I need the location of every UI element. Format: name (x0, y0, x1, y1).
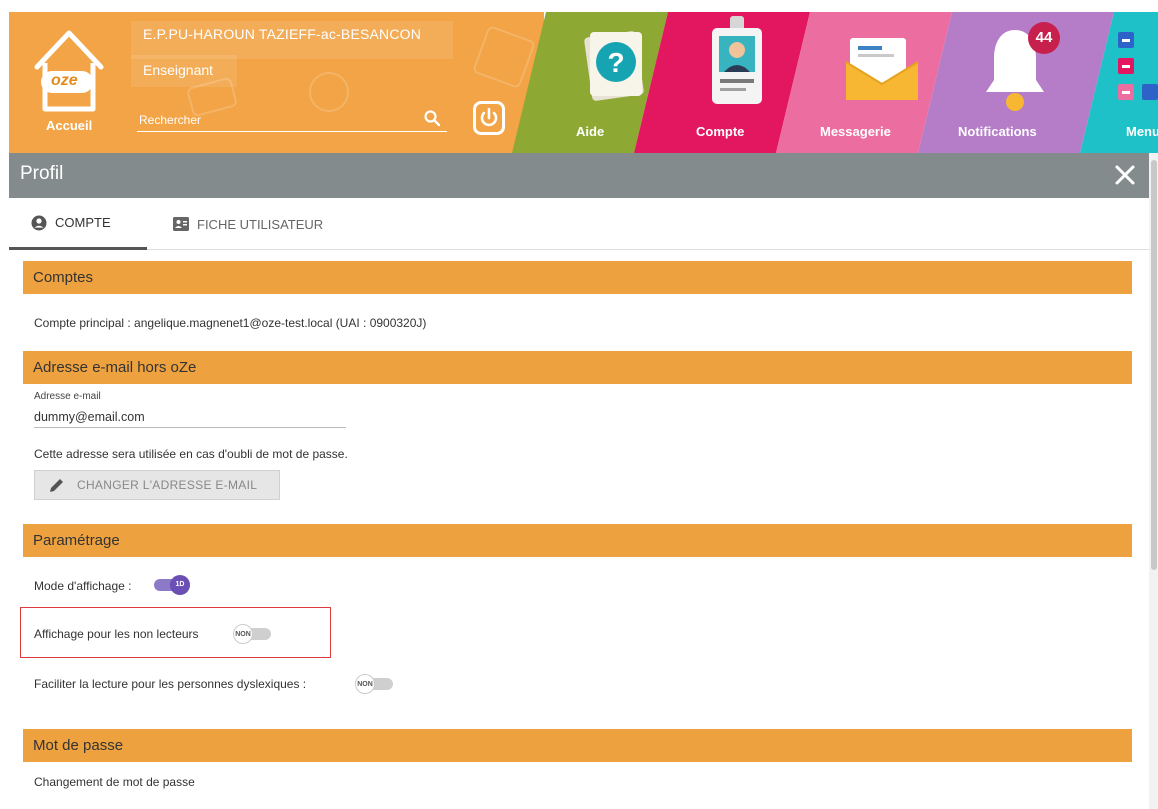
display-mode-label: Mode d'affichage : (34, 579, 132, 593)
scrollbar-thumb[interactable] (1151, 160, 1157, 570)
section-email-header: Adresse e-mail hors oZe (23, 351, 1132, 384)
tab-fiche-label: FICHE UTILISATEUR (197, 216, 324, 232)
email-field-label: Adresse e-mail (34, 391, 101, 402)
email-note: Cette adresse sera utilisée en cas d'oub… (34, 447, 348, 461)
section-parametrage-header: Paramétrage (23, 524, 1132, 557)
id-card-icon (173, 217, 189, 231)
menu-grid-icon (1118, 32, 1158, 100)
email-field[interactable] (34, 407, 346, 428)
tab-compte[interactable]: COMPTE (9, 198, 147, 250)
tile-compte-label: Compte (696, 124, 745, 139)
background-doodle (309, 72, 349, 112)
tile-notifications-label: Notifications (958, 124, 1037, 139)
tab-compte-label: COMPTE (55, 215, 111, 230)
section-comptes-header: Comptes (23, 261, 1132, 294)
power-icon (480, 107, 498, 127)
toggle-knob: NON (233, 624, 253, 644)
user-role: Enseignant (143, 62, 214, 78)
non-lecteurs-toggle[interactable]: NON (233, 624, 273, 644)
change-email-button[interactable]: CHANGER L'ADRESSE E-MAIL (34, 470, 280, 500)
section-password-header: Mot de passe (23, 729, 1132, 762)
profil-title-bar: Profil (9, 153, 1149, 198)
dyslexie-label: Faciliter la lecture pour les personnes … (34, 677, 307, 691)
school-name: E.P.PU-HAROUN TAZIEFF-ac-BESANCON (143, 26, 422, 42)
close-icon[interactable] (1111, 161, 1139, 189)
profil-content: Comptes Compte principal : angelique.mag… (9, 250, 1149, 809)
search-icon[interactable] (423, 109, 441, 127)
tile-notifications[interactable]: 44 Notifications (918, 12, 1114, 153)
notification-count-badge: 44 (1028, 22, 1060, 54)
tile-aide-label: Aide (576, 124, 605, 139)
change-email-label: CHANGER L'ADRESSE E-MAIL (77, 478, 258, 492)
dyslexie-toggle[interactable]: NON (355, 674, 395, 694)
page-title: Profil (20, 163, 64, 184)
help-icon: ? (578, 20, 648, 110)
profil-tabs: COMPTE FICHE UTILISATEUR (9, 198, 1149, 250)
tab-fiche-utilisateur[interactable]: FICHE UTILISATEUR (171, 198, 323, 250)
home-label[interactable]: Accueil (46, 118, 92, 133)
svg-text:?: ? (607, 47, 624, 78)
id-badge-icon (706, 16, 768, 112)
top-header: oze Accueil E.P.PU-HAROUN TAZIEFF-ac-BES… (0, 0, 1158, 153)
main-account-text: Compte principal : angelique.magnenet1@o… (34, 316, 427, 330)
toggle-knob: 1D (170, 575, 190, 595)
change-password-label: Changement de mot de passe (34, 775, 195, 789)
search-input[interactable] (137, 108, 447, 132)
home-logo-icon[interactable]: oze (31, 23, 107, 123)
tile-messagerie-label: Messagerie (820, 124, 891, 139)
toggle-knob: NON (355, 674, 375, 694)
user-circle-icon (31, 215, 47, 230)
non-lecteurs-label: Affichage pour les non lecteurs (34, 627, 199, 641)
display-mode-toggle[interactable]: 1D (154, 575, 194, 595)
mail-envelope-icon (842, 24, 922, 104)
logo-text: oze (51, 72, 78, 89)
tile-menu-label: Menu (1126, 124, 1158, 139)
pencil-icon (50, 479, 63, 492)
logout-power-button[interactable] (473, 101, 505, 135)
header-home-area: oze Accueil E.P.PU-HAROUN TAZIEFF-ac-BES… (9, 12, 544, 153)
background-doodle (471, 24, 537, 90)
